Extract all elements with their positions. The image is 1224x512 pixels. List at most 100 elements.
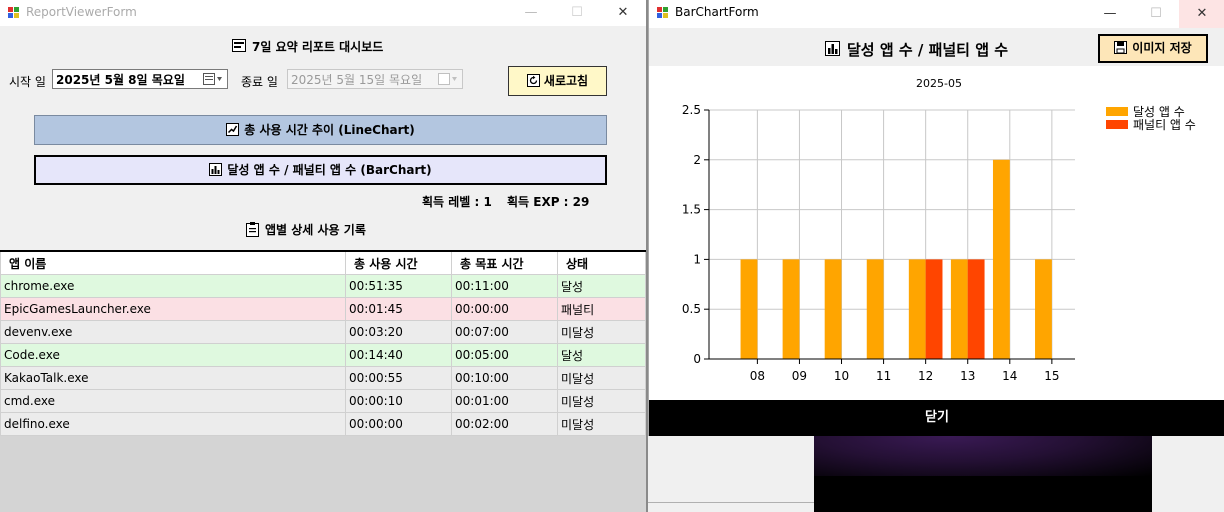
table-cell[interactable]: 00:03:20 — [345, 320, 452, 344]
table-row[interactable]: delfino.exe 00:00:00 00:02:00 미달성 — [0, 412, 646, 436]
bar-chart-icon — [209, 163, 223, 176]
column-header[interactable]: 총 목표 시간 — [451, 250, 558, 275]
table-cell[interactable]: cmd.exe — [0, 389, 346, 413]
minimize-icon[interactable]: — — [1087, 0, 1133, 28]
bar-chart-button-label: 달성 앱 수 / 패널티 앱 수 (BarChart) — [227, 163, 432, 177]
table-cell[interactable]: 00:00:00 — [451, 297, 558, 321]
start-date-value: 2025년 5월 8일 목요일 — [56, 73, 185, 87]
table-row[interactable]: EpicGamesLauncher.exe 00:01:45 00:00:00 패널티 — [0, 297, 646, 321]
bar — [824, 259, 842, 359]
checkbox-chart-icon — [226, 123, 240, 136]
bar — [1035, 259, 1052, 359]
bar-chart-icon — [825, 41, 840, 56]
dashboard-icon — [232, 39, 246, 52]
x-tick-label: 10 — [834, 369, 849, 383]
column-header[interactable]: 총 사용 시간 — [345, 250, 452, 275]
bar — [740, 259, 758, 359]
table-cell[interactable]: 00:00:10 — [345, 389, 452, 413]
table-cell[interactable]: 00:00:00 — [345, 412, 452, 436]
x-tick-label: 11 — [876, 369, 891, 383]
end-date-picker[interactable]: 2025년 5월 15일 목요일 — [287, 69, 463, 89]
table-row[interactable]: cmd.exe 00:00:10 00:01:00 미달성 — [0, 389, 646, 413]
y-tick-label: 1.5 — [682, 203, 701, 217]
refresh-button[interactable]: 새로고침 — [508, 66, 607, 96]
table-cell[interactable]: 00:01:45 — [345, 297, 452, 321]
close-icon[interactable]: ✕ — [600, 0, 646, 26]
table-cell[interactable]: 00:11:00 — [451, 274, 558, 298]
table-cell[interactable]: 미달성 — [557, 389, 646, 413]
calendar-icon[interactable] — [438, 73, 458, 86]
detail-heading: 앱별 상세 사용 기록 — [265, 223, 366, 237]
table-cell[interactable]: KakaoTalk.exe — [0, 366, 346, 390]
exp-text: 획득 EXP : 29 — [507, 195, 590, 209]
app-icon — [657, 7, 668, 18]
table-row[interactable]: Code.exe 00:14:40 00:05:00 달성 — [0, 343, 646, 367]
line-chart-button[interactable]: 총 사용 시간 추이 (LineChart) — [34, 115, 607, 145]
titlebar: BarChartForm — ☐ ✕ — [649, 0, 1224, 28]
table-cell[interactable]: 00:02:00 — [451, 412, 558, 436]
maximize-icon[interactable]: ☐ — [554, 0, 600, 26]
minimize-icon[interactable]: — — [508, 0, 554, 26]
save-icon — [1114, 41, 1128, 54]
bar — [950, 259, 968, 359]
table-cell[interactable]: 00:00:55 — [345, 366, 452, 390]
table-cell[interactable]: 미달성 — [557, 366, 646, 390]
bar — [925, 259, 943, 359]
start-date-picker[interactable]: 2025년 5월 8일 목요일 — [52, 69, 228, 89]
close-icon[interactable]: ✕ — [1179, 0, 1224, 28]
table-row[interactable]: KakaoTalk.exe 00:00:55 00:10:00 미달성 — [0, 366, 646, 390]
refresh-icon — [526, 74, 540, 87]
level-text: 획득 레벨 : 1 — [422, 195, 492, 209]
x-tick-label: 09 — [792, 369, 807, 383]
bar — [782, 259, 800, 359]
table-cell[interactable]: 00:51:35 — [345, 274, 452, 298]
x-tick-label: 13 — [960, 369, 975, 383]
report-client-area: 7일 요약 리포트 대시보드 시작 일 2025년 5월 8일 목요일 종료 일… — [0, 26, 646, 436]
x-tick-label: 14 — [1002, 369, 1017, 383]
line-chart-button-label: 총 사용 시간 추이 (LineChart) — [244, 123, 415, 137]
end-date-value: 2025년 5월 15일 목요일 — [291, 73, 423, 87]
table-cell[interactable]: 00:10:00 — [451, 366, 558, 390]
table-cell[interactable]: 달성 — [557, 274, 646, 298]
table-cell[interactable]: delfino.exe — [0, 412, 346, 436]
table-cell[interactable]: 00:01:00 — [451, 389, 558, 413]
usage-table: 앱 이름 총 사용 시간 총 목표 시간 상태 chrome.exe 00:51:… — [0, 250, 646, 436]
bar — [866, 259, 884, 359]
table-cell[interactable]: 미달성 — [557, 320, 646, 344]
table-cell[interactable]: devenv.exe — [0, 320, 346, 344]
legend-label: 달성 앱 수 — [1133, 105, 1185, 119]
bar-chart: 2025-05 0 0.5 1 1.5 2 2.5 08 09 10 11 12 13 14 15 달성 앱 … — [682, 77, 1196, 383]
calendar-icon[interactable] — [203, 73, 223, 86]
chart-window-heading: 달성 앱 수 / 패널티 앱 수 — [847, 41, 1009, 59]
close-button[interactable]: 닫기 — [649, 400, 1224, 436]
refresh-button-label: 새로고침 — [543, 74, 589, 88]
table-cell[interactable]: Code.exe — [0, 343, 346, 367]
end-date-label: 종료 일 — [241, 75, 278, 89]
table-cell[interactable]: chrome.exe — [0, 274, 346, 298]
page-title: 7일 요약 리포트 대시보드 — [252, 40, 384, 54]
app-icon — [8, 7, 19, 18]
y-tick-label: 0 — [693, 352, 701, 366]
table-cell[interactable]: 00:07:00 — [451, 320, 558, 344]
x-tick-label: 08 — [750, 369, 765, 383]
titlebar: ReportViewerForm — ☐ ✕ — [0, 0, 646, 26]
table-row[interactable]: chrome.exe 00:51:35 00:11:00 달성 — [0, 274, 646, 298]
table-cell[interactable]: 00:14:40 — [345, 343, 452, 367]
start-date-label: 시작 일 — [9, 75, 46, 89]
table-row[interactable]: devenv.exe 00:03:20 00:07:00 미달성 — [0, 320, 646, 344]
table-cell[interactable]: 달성 — [557, 343, 646, 367]
save-image-button[interactable]: 이미지 저장 — [1098, 34, 1208, 63]
chart-title: 2025-05 — [916, 77, 962, 90]
table-cell[interactable]: EpicGamesLauncher.exe — [0, 297, 346, 321]
y-tick-label: 2 — [693, 153, 701, 167]
table-cell[interactable]: 미달성 — [557, 412, 646, 436]
table-cell[interactable]: 패널티 — [557, 297, 646, 321]
column-header[interactable]: 상태 — [557, 250, 646, 275]
window-title: BarChartForm — [675, 5, 759, 19]
table-cell[interactable]: 00:05:00 — [451, 343, 558, 367]
bar-chart-button[interactable]: 달성 앱 수 / 패널티 앱 수 (BarChart) — [34, 155, 607, 185]
column-header[interactable]: 앱 이름 — [0, 250, 346, 275]
bar — [908, 259, 926, 359]
maximize-icon[interactable]: ☐ — [1133, 0, 1179, 28]
x-tick-label: 12 — [918, 369, 933, 383]
